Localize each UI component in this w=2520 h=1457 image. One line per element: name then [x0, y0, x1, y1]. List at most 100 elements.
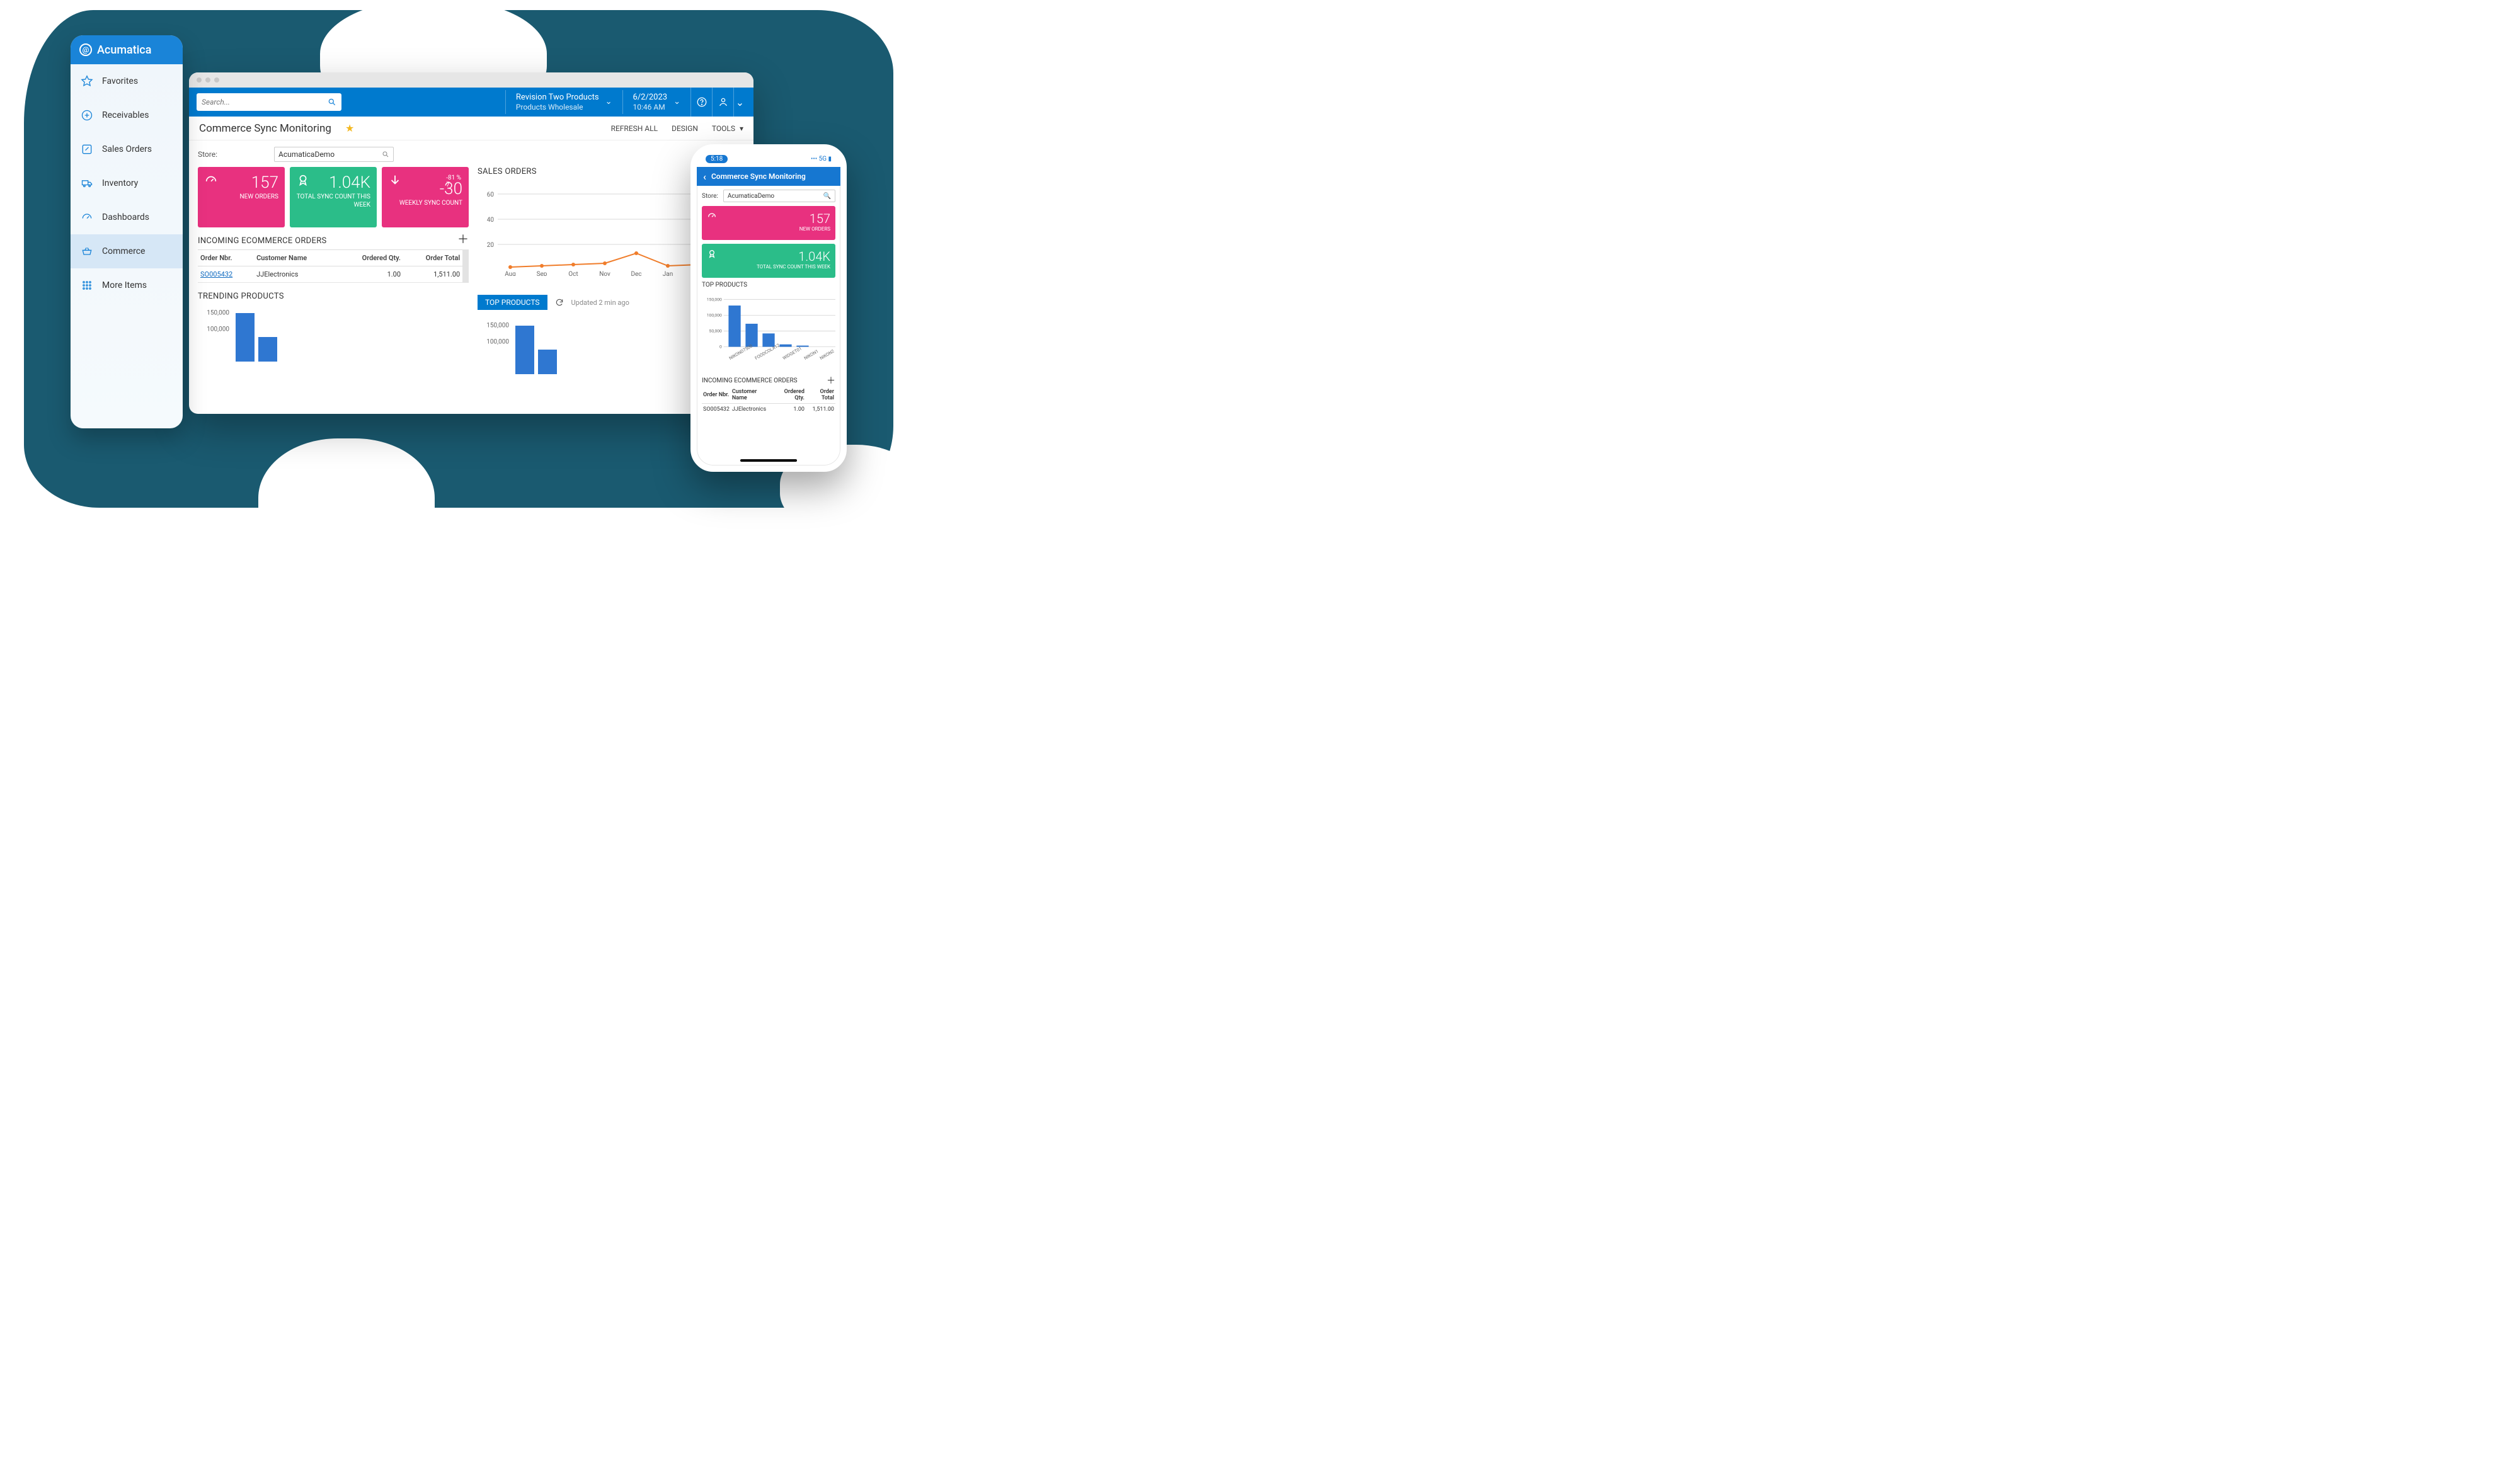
business-date: 6/2/2023	[633, 93, 668, 103]
user-menu[interactable]	[712, 88, 733, 117]
help-button[interactable]	[690, 88, 712, 117]
sidebar-item-inventory[interactable]: Inventory	[71, 166, 183, 200]
page-toolbar: Commerce Sync Monitoring ★ REFRESH ALL D…	[189, 117, 753, 140]
top-products-title: TOP PRODUCTS	[478, 295, 547, 310]
scrollbar[interactable]	[462, 249, 469, 283]
svg-text:Nov: Nov	[599, 271, 610, 276]
svg-text:50,000: 50,000	[709, 328, 722, 333]
svg-text:100,000: 100,000	[707, 312, 722, 317]
chart-bar	[258, 337, 277, 362]
chevron-down-icon: ⌄	[673, 97, 680, 107]
svg-text:0: 0	[719, 344, 722, 349]
tools-menu[interactable]: TOOLS ▾	[712, 124, 743, 133]
search-icon	[382, 151, 389, 158]
incoming-orders-table: Order Nbr. Customer Name Ordered Qty. Or…	[702, 387, 835, 415]
trending-products-chart: 150,000 100,000	[198, 305, 469, 362]
store-selector[interactable]: AcumaticaDemo 🔍	[723, 190, 835, 202]
svg-text:20: 20	[487, 242, 495, 249]
table-row[interactable]: SO005432 JJElectronics 1.00 1,511.00	[198, 266, 462, 283]
sidebar-item-commerce[interactable]: Commerce	[71, 234, 183, 268]
sidebar-item-label: Receivables	[102, 110, 149, 120]
mobile-title: Commerce Sync Monitoring	[711, 172, 806, 181]
kpi-delta: -81 % 7	[446, 174, 461, 188]
store-value: AcumaticaDemo	[278, 150, 335, 159]
chevron-down-icon[interactable]: ⌄	[733, 88, 746, 117]
back-icon[interactable]: ‹	[703, 171, 706, 183]
col-order-nbr[interactable]: Order Nbr.	[198, 250, 254, 266]
design-button[interactable]: DESIGN	[672, 124, 698, 133]
svg-text:40: 40	[487, 217, 495, 224]
svg-text:60: 60	[487, 191, 495, 198]
store-label: Store:	[702, 193, 718, 200]
svg-text:Jan: Jan	[663, 271, 673, 276]
window-chrome	[189, 72, 753, 88]
kpi-total-sync[interactable]: 1.04K TOTAL SYNC COUNT THIS WEEK	[290, 167, 377, 227]
kpi-label: NEW ORDERS	[707, 226, 830, 232]
col-total[interactable]: Order Total	[806, 387, 835, 404]
chart-bar	[236, 313, 255, 362]
svg-text:Dec: Dec	[631, 271, 641, 276]
refresh-icon[interactable]	[555, 298, 564, 307]
arrow-down-icon	[388, 173, 402, 187]
search-icon	[328, 98, 336, 106]
gauge-icon	[81, 211, 93, 224]
tenant-sub: Products Wholesale	[516, 103, 599, 111]
brand-name: Acumatica	[97, 43, 151, 57]
search-input[interactable]	[202, 98, 328, 106]
order-link[interactable]: SO005432	[200, 270, 232, 278]
award-icon	[296, 173, 310, 187]
incoming-orders-title: INCOMING ECOMMERCE ORDERS	[702, 377, 798, 384]
sidebar-item-dashboards[interactable]: Dashboards	[71, 200, 183, 234]
kpi-new-orders[interactable]: 157 NEW ORDERS	[702, 206, 835, 240]
favorite-star-icon[interactable]: ★	[345, 122, 354, 134]
top-products-title: TOP PRODUCTS	[702, 282, 835, 289]
chart-bar	[538, 350, 557, 374]
cell-nbr: SO005432	[702, 404, 731, 416]
kpi-weekly-sync[interactable]: -81 % 7 -30 WEEKLY SYNC COUNT	[382, 167, 469, 227]
col-customer[interactable]: Customer Name	[254, 250, 338, 266]
table-row[interactable]: SO005432 JJElectronics 1.00 1,511.00	[702, 404, 835, 416]
home-indicator[interactable]	[740, 459, 797, 462]
col-total[interactable]: Order Total	[403, 250, 462, 266]
date-selector[interactable]: 6/2/2023 10:46 AM ⌄	[622, 90, 690, 114]
search-icon: 🔍	[823, 193, 831, 200]
svg-text:150,000: 150,000	[707, 297, 722, 302]
cell-qty: 1.00	[338, 266, 403, 283]
sidebar-item-more[interactable]: More Items	[71, 268, 183, 302]
mobile-header: ‹ Commerce Sync Monitoring	[697, 167, 840, 186]
kpi-value: 157	[707, 211, 830, 226]
sidebar-item-label: Inventory	[102, 178, 138, 188]
phone-notch	[737, 151, 800, 163]
kpi-label: WEEKLY SYNC COUNT	[388, 200, 462, 208]
gauge-icon	[707, 211, 717, 221]
svg-text:Oct: Oct	[568, 271, 578, 276]
sidebar-item-label: Favorites	[102, 76, 138, 86]
cell-total: 1,511.00	[403, 266, 462, 283]
brand-logo-icon: @	[79, 43, 92, 56]
tenant-selector[interactable]: Revision Two Products Products Wholesale…	[505, 90, 622, 114]
sidebar-item-sales-orders[interactable]: Sales Orders	[71, 132, 183, 166]
brand-header: @ Acumatica	[71, 35, 183, 64]
col-order-nbr[interactable]: Order Nbr.	[702, 387, 731, 404]
incoming-orders-title: INCOMING ECOMMERCE ORDERS	[198, 236, 327, 246]
kpi-total-sync[interactable]: 1.04K TOTAL SYNC COUNT THIS WEEK	[702, 244, 835, 278]
incoming-orders-table: Order Nbr. Customer Name Ordered Qty. Or…	[198, 249, 462, 283]
kpi-label: TOTAL SYNC COUNT THIS WEEK	[707, 264, 830, 270]
chart-bar	[515, 326, 534, 374]
col-qty[interactable]: Ordered Qty.	[338, 250, 403, 266]
col-customer[interactable]: Customer Name	[731, 387, 774, 404]
refresh-all-button[interactable]: REFRESH ALL	[611, 124, 658, 133]
topbar: Revision Two Products Products Wholesale…	[189, 88, 753, 117]
business-time: 10:46 AM	[633, 103, 668, 111]
expand-incoming-button[interactable]: ＋	[827, 374, 835, 387]
col-qty[interactable]: Ordered Qty.	[774, 387, 806, 404]
sidebar-item-receivables[interactable]: Receivables	[71, 98, 183, 132]
store-selector[interactable]: AcumaticaDemo	[274, 147, 394, 162]
star-icon	[81, 75, 93, 88]
search-box[interactable]	[197, 93, 341, 111]
kpi-new-orders[interactable]: 157 NEW ORDERS	[198, 167, 285, 227]
expand-incoming-button[interactable]: ＋	[457, 231, 469, 247]
sidebar: @ Acumatica Favorites Receivables Sales …	[71, 35, 183, 428]
desktop-window: Revision Two Products Products Wholesale…	[189, 72, 753, 414]
sidebar-item-favorites[interactable]: Favorites	[71, 64, 183, 98]
